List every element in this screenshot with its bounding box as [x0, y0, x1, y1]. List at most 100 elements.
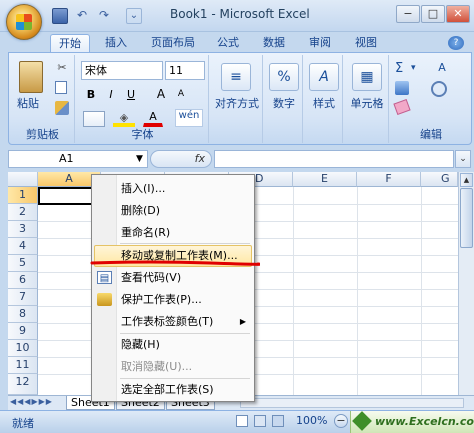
row-header[interactable]: 11	[8, 357, 38, 374]
fill-color-icon[interactable]: ◈	[113, 111, 135, 127]
maximize-button[interactable]: □	[421, 5, 445, 23]
styles-group: A 样式	[305, 55, 343, 143]
cells-label[interactable]: 单元格	[345, 95, 389, 111]
sort-filter-button[interactable]: A	[429, 61, 455, 77]
fill-icon[interactable]	[395, 81, 409, 95]
status-ready: 就绪	[12, 417, 34, 430]
submenu-arrow-icon: ▶	[239, 317, 246, 326]
row-header[interactable]: 1	[8, 187, 38, 204]
tab-view[interactable]: 视图	[348, 34, 384, 52]
page-layout-view-icon[interactable]	[254, 415, 266, 427]
minimize-button[interactable]: −	[396, 5, 420, 23]
redo-icon[interactable]: ↷	[96, 8, 112, 24]
row-header[interactable]: 3	[8, 221, 38, 238]
sheet-nav-icons[interactable]: ◀◀◀▶▶▶	[10, 397, 53, 406]
page-break-view-icon[interactable]	[272, 415, 284, 427]
bold-button[interactable]: B	[81, 85, 101, 104]
autosum-button[interactable]: Σ	[395, 61, 403, 76]
tab-page-layout[interactable]: 页面布局	[144, 34, 202, 52]
tab-data[interactable]: 数据	[256, 34, 292, 52]
row-header[interactable]: 9	[8, 323, 38, 340]
watermark-banner: www.Excelcn.com	[350, 411, 474, 433]
tab-insert[interactable]: 插入	[98, 34, 134, 52]
scroll-up-icon[interactable]: ▲	[460, 173, 473, 187]
undo-icon[interactable]: ↶	[74, 8, 90, 24]
scroll-thumb[interactable]	[460, 188, 473, 248]
cut-icon[interactable]: ✂	[55, 61, 69, 75]
styles-icon[interactable]: A	[309, 63, 339, 91]
number-icon[interactable]: %	[269, 63, 299, 91]
menu-item-protect-sheet[interactable]: 保护工作表(P)...	[94, 289, 252, 311]
find-icon[interactable]	[431, 81, 447, 97]
alignment-icon[interactable]: ≡	[221, 63, 251, 91]
horizontal-scrollbar[interactable]	[240, 398, 464, 408]
shrink-font-button[interactable]: A	[171, 85, 191, 104]
tab-home[interactable]: 开始	[50, 34, 90, 52]
ribbon: 粘贴 ✂ 剪贴板 宋体 11 B I U A A ◈ A wén 字体 ≡ 对齐…	[8, 52, 472, 145]
border-icon[interactable]	[83, 111, 105, 127]
column-header[interactable]: G	[421, 172, 458, 187]
number-label[interactable]: 数字	[267, 95, 301, 111]
paste-label[interactable]: 粘贴	[17, 95, 39, 111]
row-header[interactable]: 4	[8, 238, 38, 255]
watermark-text: www.Excelcn.com	[375, 415, 474, 428]
help-icon[interactable]: ?	[448, 36, 464, 50]
styles-label[interactable]: 样式	[307, 95, 341, 111]
row-header[interactable]: 5	[8, 255, 38, 272]
row-header[interactable]: 12	[8, 374, 38, 395]
menu-item-insert[interactable]: 插入(I)...	[94, 178, 252, 200]
zoom-level[interactable]: 100%	[296, 414, 327, 427]
close-button[interactable]: ✕	[446, 5, 470, 23]
underline-button[interactable]: U	[121, 85, 141, 104]
insert-function-button[interactable]: fx	[150, 150, 212, 168]
vertical-scrollbar[interactable]: ▲	[458, 172, 474, 395]
menu-item-delete[interactable]: 删除(D)	[94, 200, 252, 222]
menu-item-hide[interactable]: 隐藏(H)	[94, 334, 252, 356]
font-color-button[interactable]: A	[143, 109, 163, 127]
row-header[interactable]: 10	[8, 340, 38, 357]
clear-icon[interactable]	[393, 98, 411, 116]
copy-icon[interactable]	[55, 81, 67, 94]
formula-input[interactable]	[214, 150, 454, 168]
row-header[interactable]: 6	[8, 272, 38, 289]
annotation-underline	[90, 260, 260, 266]
select-all-corner[interactable]	[8, 172, 38, 187]
paste-icon[interactable]	[19, 61, 43, 93]
italic-button[interactable]: I	[101, 85, 121, 104]
name-box-dropdown-icon[interactable]: ▼	[136, 154, 143, 164]
menu-item-tab-color[interactable]: 工作表标签颜色(T) ▶	[94, 311, 252, 333]
save-icon[interactable]	[52, 8, 68, 24]
tab-formulas[interactable]: 公式	[210, 34, 246, 52]
menu-item-label: 隐藏(H)	[121, 338, 160, 351]
column-header[interactable]: F	[357, 172, 421, 187]
editing-group-label: 编辑	[420, 128, 442, 141]
menu-item-rename[interactable]: 重命名(R)	[94, 222, 252, 244]
name-box[interactable]: A1	[8, 150, 148, 168]
menu-item-label: 查看代码(V)	[121, 271, 182, 284]
normal-view-icon[interactable]	[236, 415, 248, 427]
menu-item-view-code[interactable]: ▤ 查看代码(V)	[94, 267, 252, 289]
zoom-out-button[interactable]: −	[334, 414, 348, 428]
autosum-dropdown-icon[interactable]: ▾	[411, 63, 416, 73]
tab-review[interactable]: 审阅	[302, 34, 338, 52]
font-name-field[interactable]: 宋体	[81, 61, 163, 80]
row-header[interactable]: 2	[8, 204, 38, 221]
office-button[interactable]	[6, 4, 42, 40]
menu-item-label: 取消隐藏(U)...	[121, 360, 193, 373]
format-painter-icon[interactable]	[55, 101, 69, 115]
status-bar: 就绪 100% − www.Excelcn.com	[0, 410, 474, 433]
menu-item-select-all-sheets[interactable]: 选定全部工作表(S)	[94, 379, 252, 401]
qat-customize-icon[interactable]: ⌄	[126, 8, 142, 24]
row-header[interactable]: 7	[8, 289, 38, 306]
row-header[interactable]: 8	[8, 306, 38, 323]
editing-group: Σ ▾ A 编辑	[391, 55, 471, 143]
number-group: % 数字	[265, 55, 303, 143]
alignment-label[interactable]: 对齐方式	[213, 95, 261, 111]
expand-formula-icon[interactable]: ⌄	[455, 150, 471, 168]
grow-font-button[interactable]: A	[151, 85, 171, 104]
font-size-field[interactable]: 11	[165, 61, 205, 80]
phonetic-icon[interactable]: wén	[175, 109, 203, 127]
column-header[interactable]: E	[293, 172, 357, 187]
menu-item-label: 保护工作表(P)...	[121, 293, 202, 306]
cells-icon[interactable]: ▦	[352, 63, 382, 91]
